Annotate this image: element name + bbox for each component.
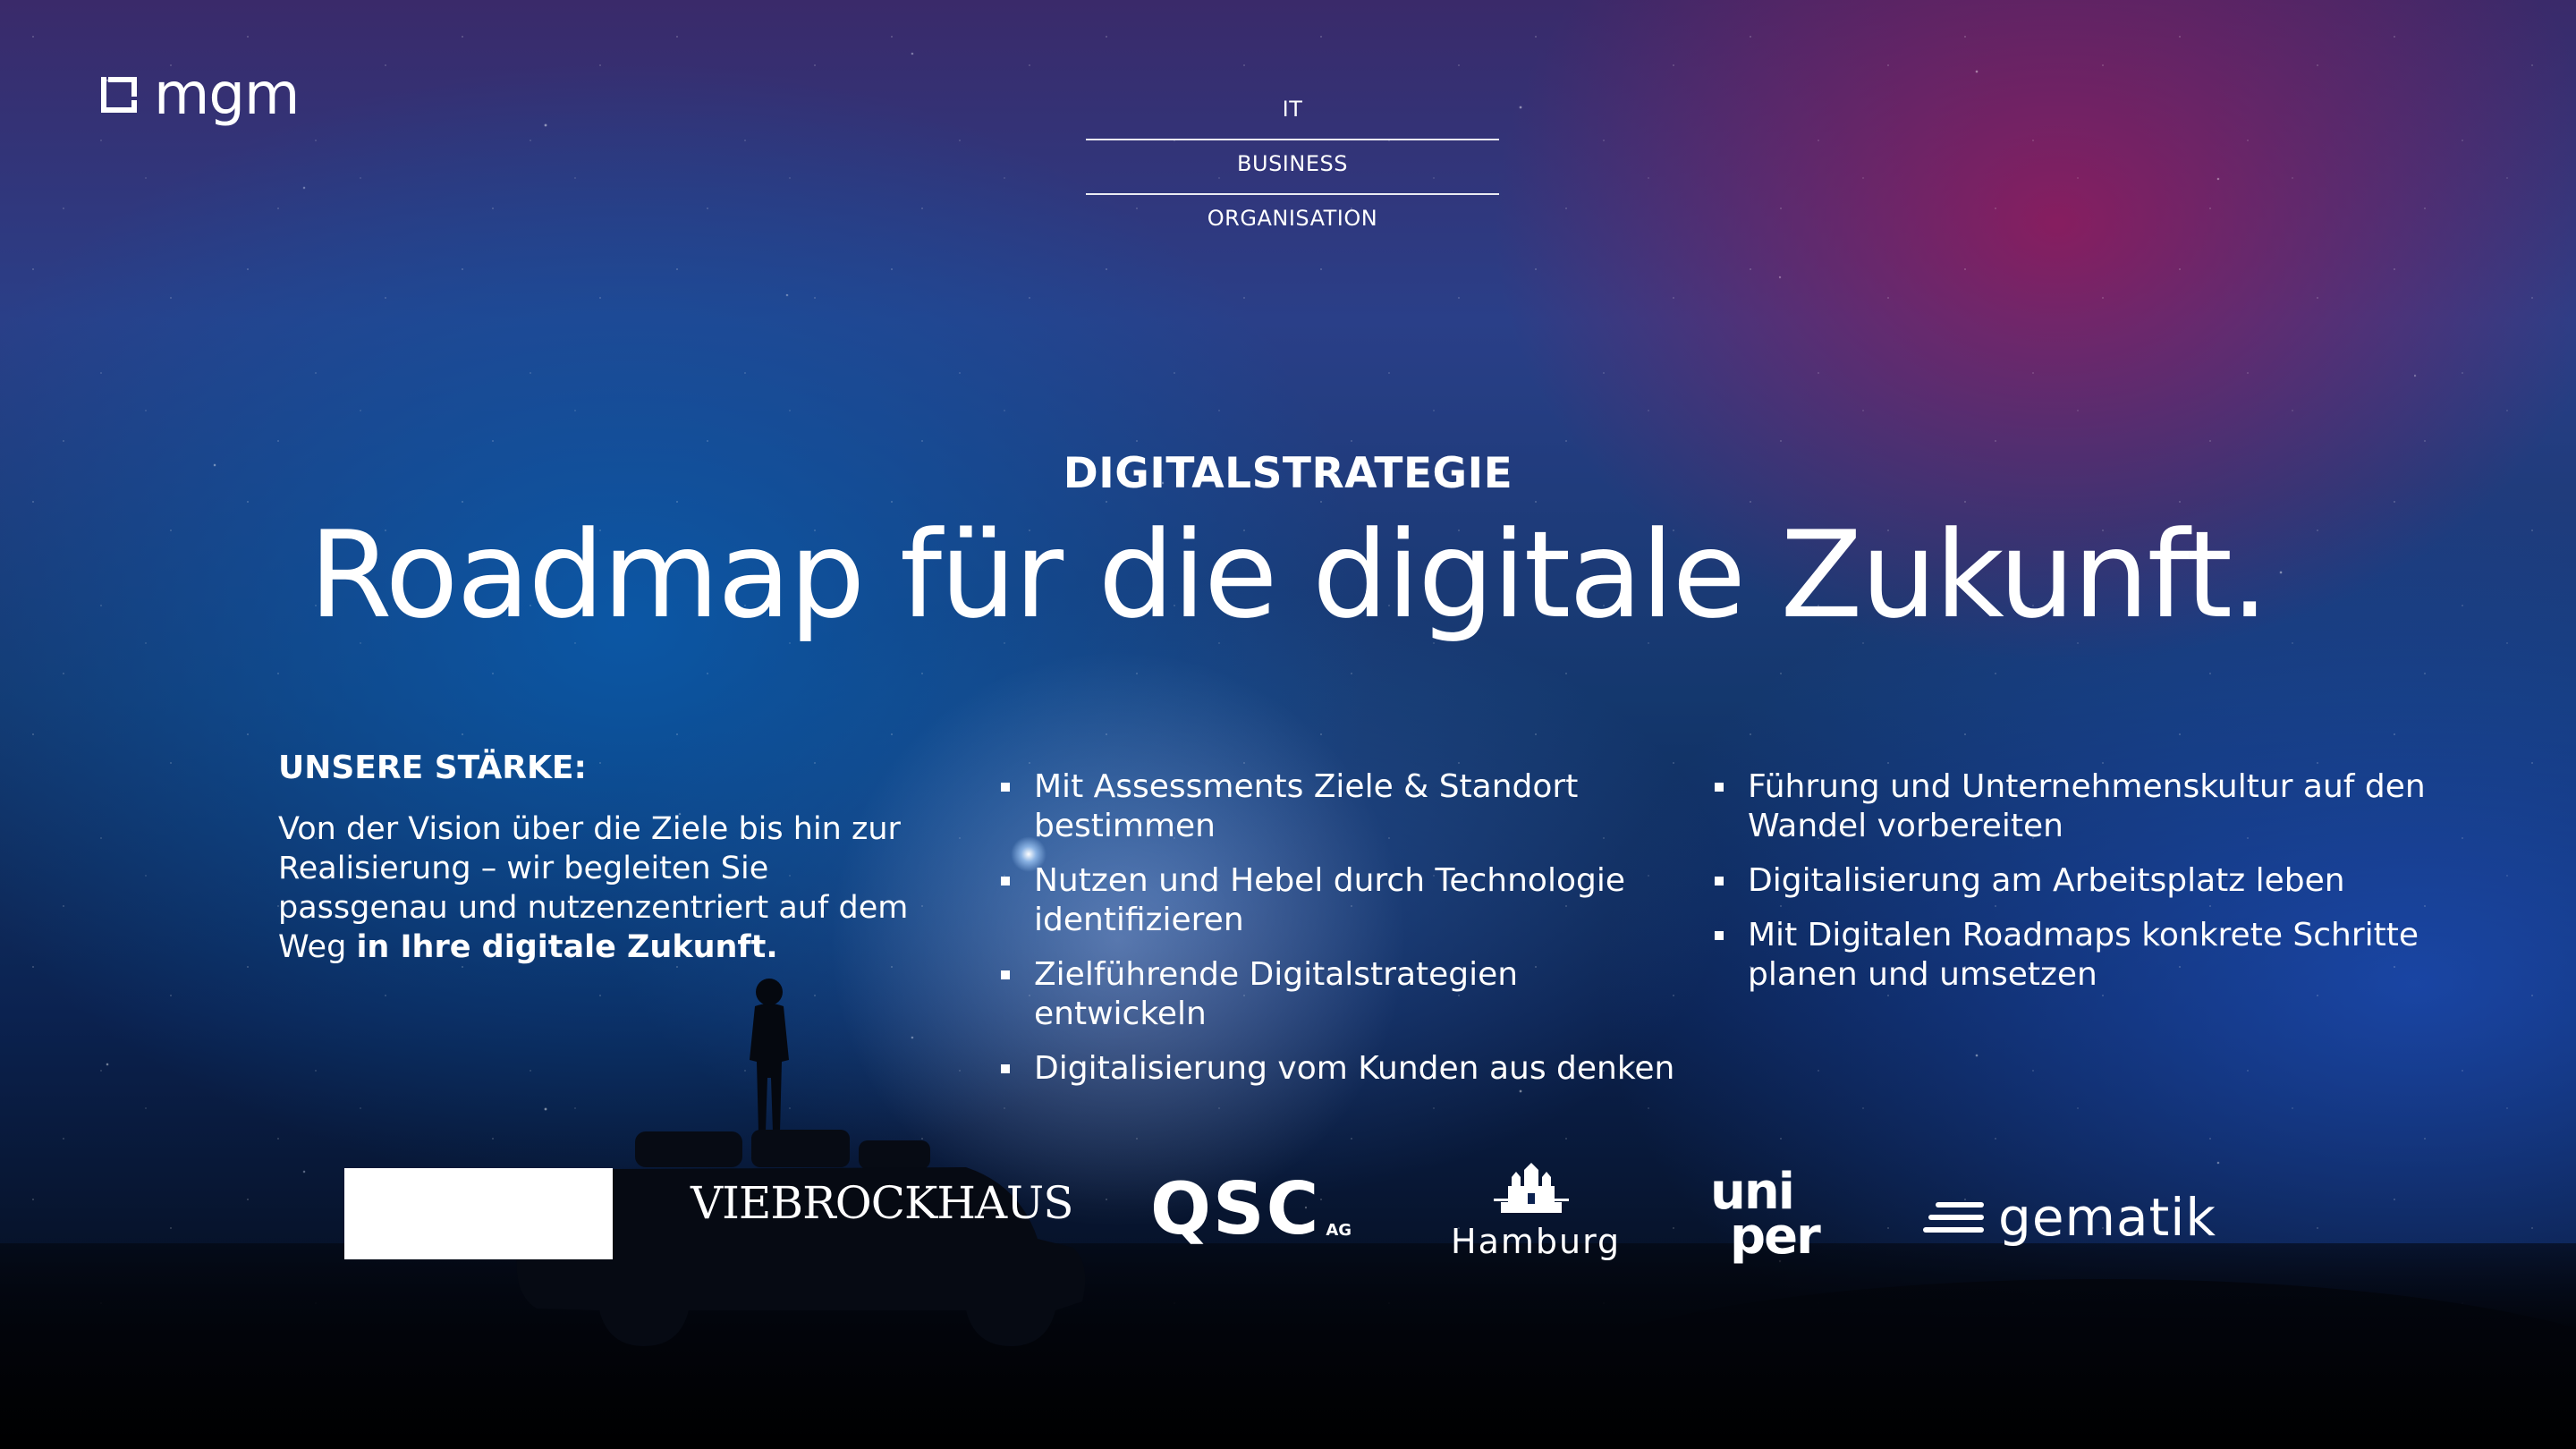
strength-text: Von der Vision über die Ziele bis hin zu… <box>278 809 940 967</box>
gematik-lines-icon <box>1923 1202 1984 1233</box>
strength-title: UNSERE STÄRKE: <box>278 750 587 786</box>
hamburg-castle-icon <box>1494 1163 1569 1213</box>
nav-item-organisation[interactable]: ORGANISATION <box>1086 195 1499 250</box>
mgm-bracket-icon <box>101 77 137 113</box>
list-item: Nutzen und Hebel durch Technologie ident… <box>998 861 1678 940</box>
client-logo-gematik: gematik <box>1923 1191 2216 1243</box>
client-logo-qsc: QSC AG <box>1150 1174 1352 1245</box>
client-logos: VIEBROCKHAUS QSC AG Hamburg uni per gema… <box>0 1154 2576 1297</box>
brand-name: mgm <box>154 62 300 128</box>
list-item: Führung und Unternehmenskultur auf den W… <box>1712 767 2517 846</box>
list-item: Mit Digitalen Roadmaps konkrete Schritte… <box>1712 916 2517 995</box>
list-item: Zielführende Digitalstrategien entwickel… <box>998 955 1678 1034</box>
list-item: Digitalisierung am Arbeitsplatz leben <box>1712 861 2517 901</box>
qsc-suffix: AG <box>1326 1221 1352 1240</box>
gematik-wordmark: gematik <box>1998 1187 2216 1248</box>
brand-logo[interactable]: mgm <box>100 62 300 128</box>
top-navigation: IT BUSINESS ORGANISATION <box>1086 86 1499 250</box>
nav-item-it[interactable]: IT <box>1086 86 1499 140</box>
client-logo-placeholder <box>344 1168 613 1259</box>
client-logo-viebrockhaus: VIEBROCKHAUS <box>691 1177 1073 1229</box>
services-list-1: Mit Assessments Ziele & Standort bestimm… <box>998 767 1678 1104</box>
qsc-wordmark: QSC <box>1150 1167 1321 1250</box>
nav-item-business[interactable]: BUSINESS <box>1086 140 1499 195</box>
strength-block: UNSERE STÄRKE: Von der Vision über die Z… <box>278 750 940 967</box>
client-logo-uniper: uni per <box>1710 1167 1821 1266</box>
section-eyebrow: DIGITALSTRATEGIE <box>1063 449 1513 498</box>
hero-slide: mgm IT BUSINESS ORGANISATION DIGITALSTRA… <box>0 0 2576 1449</box>
list-item: Mit Assessments Ziele & Standort bestimm… <box>998 767 1678 846</box>
services-list-2: Führung und Unternehmenskultur auf den W… <box>1712 767 2517 1010</box>
page-headline: Roadmap für die digitale Zukunft. <box>309 505 2268 645</box>
hamburg-wordmark: Hamburg <box>1451 1222 1622 1261</box>
uniper-bottom: per <box>1730 1208 1821 1266</box>
strength-text-bold: in Ihre digitale Zukunft. <box>356 929 778 965</box>
client-logo-hamburg: Hamburg <box>1451 1163 1622 1261</box>
list-item: Digitalisierung vom Kunden aus denken <box>998 1049 1678 1089</box>
